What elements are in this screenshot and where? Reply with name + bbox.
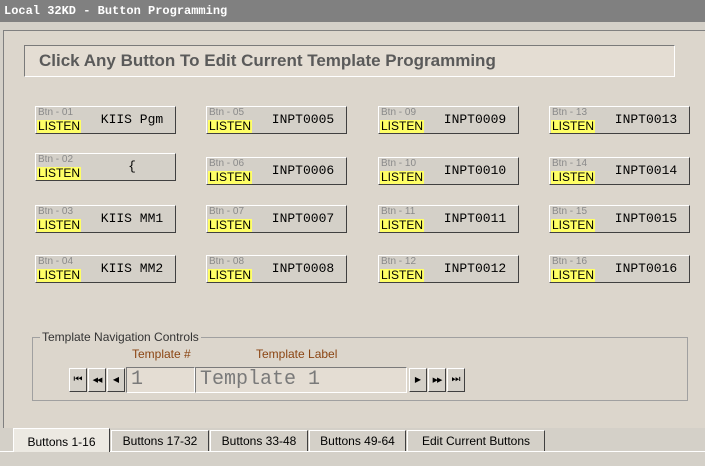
button-number: Btn - 03 [38,206,74,217]
button-number: Btn - 11 [381,206,416,217]
tab-label: Buttons 49-64 [320,434,395,448]
listen-badge: LISTEN [208,170,253,184]
tab-label: Buttons 33-48 [221,434,297,448]
fast-forward-icon: ▶▶ [432,377,443,384]
template-button-06[interactable]: Btn - 06 LISTEN INPT0006 [206,157,347,185]
previous-template-button[interactable]: ◀ [107,368,125,392]
listen-badge: LISTEN [380,218,425,232]
listen-badge: LISTEN [380,268,425,282]
template-button-08[interactable]: Btn - 08 LISTEN INPT0008 [206,255,347,283]
button-number: Btn - 06 [209,158,245,169]
button-number: Btn - 15 [552,206,588,217]
template-button-16[interactable]: Btn - 16 LISTEN INPT0016 [549,255,690,283]
tab-label: Buttons 17-32 [122,434,198,448]
previous-page-button[interactable]: ◀◀ [88,368,106,392]
template-button-07[interactable]: Btn - 07 LISTEN INPT0007 [206,205,347,233]
listen-badge: LISTEN [208,268,253,282]
button-number: Btn - 08 [209,256,245,267]
tab-label: Buttons 1-16 [27,435,96,449]
listen-badge: LISTEN [551,170,596,184]
button-number: Btn - 05 [209,107,245,118]
template-button-05[interactable]: Btn - 05 LISTEN INPT0005 [206,106,347,134]
instruction-text: Click Any Button To Edit Current Templat… [39,51,496,70]
button-name: INPT0013 [614,112,678,127]
listen-badge: LISTEN [551,119,596,133]
template-label-label: Template Label [256,347,338,361]
button-name: INPT0010 [443,163,507,178]
first-template-button[interactable]: ⏮ [69,368,87,392]
button-name: INPT0015 [614,211,678,226]
button-name: INPT0007 [271,211,335,226]
button-name: INPT0016 [614,261,678,276]
next-page-button[interactable]: ▶▶ [428,368,446,392]
button-name: INPT0011 [443,211,507,226]
template-button-14[interactable]: Btn - 14 LISTEN INPT0014 [549,157,690,185]
button-number: Btn - 16 [552,256,588,267]
template-button-15[interactable]: Btn - 15 LISTEN INPT0015 [549,205,690,233]
tab-buttons-1-16[interactable]: Buttons 1-16 [13,428,110,452]
arrow-left-icon: ◀ [112,375,120,384]
button-name: INPT0012 [443,261,507,276]
listen-badge: LISTEN [551,268,596,282]
listen-badge: LISTEN [208,218,253,232]
template-button-12[interactable]: Btn - 12 LISTEN INPT0012 [378,255,519,283]
listen-badge: LISTEN [380,119,425,133]
instruction-header: Click Any Button To Edit Current Templat… [24,45,675,77]
listen-badge: LISTEN [551,218,596,232]
button-name: INPT0008 [271,261,335,276]
button-name: INPT0006 [271,163,335,178]
button-name: INPT0005 [271,112,335,127]
template-button-13[interactable]: Btn - 13 LISTEN INPT0013 [549,106,690,134]
button-number: Btn - 10 [381,158,417,169]
template-button-01[interactable]: Btn - 01 LISTEN KIIS Pgm [35,106,176,134]
listen-badge: LISTEN [37,119,82,133]
template-label-value: Template 1 [200,368,321,391]
button-number: Btn - 13 [552,107,588,118]
skip-first-icon: ⏮ [73,374,83,385]
button-number: Btn - 09 [381,107,417,118]
listen-badge: LISTEN [37,218,82,232]
button-name: KIIS MM1 [100,211,164,226]
template-button-10[interactable]: Btn - 10 LISTEN INPT0010 [378,157,519,185]
tab-label: Edit Current Buttons [421,434,531,448]
tab-buttons-49-64[interactable]: Buttons 49-64 [309,430,406,451]
template-button-09[interactable]: Btn - 09 LISTEN INPT0009 [378,106,519,134]
tab-buttons-33-48[interactable]: Buttons 33-48 [210,430,308,451]
template-number-field[interactable]: 1 [126,367,195,393]
arrow-right-icon: ▶ [414,375,422,384]
listen-badge: LISTEN [37,268,82,282]
button-number: Btn - 04 [38,256,74,267]
skip-last-icon: ⏭ [451,374,461,385]
last-template-button[interactable]: ⏭ [447,368,465,392]
template-button-03[interactable]: Btn - 03 LISTEN KIIS MM1 [35,205,176,233]
button-name: INPT0009 [443,112,507,127]
navigation-legend: Template Navigation Controls [40,330,201,344]
template-button-11[interactable]: Btn - 11 LISTEN INPT0011 [378,205,519,233]
button-name: { [128,159,136,174]
template-button-04[interactable]: Btn - 04 LISTEN KIIS MM2 [35,255,176,283]
window-title: Local 32KD - Button Programming [4,4,228,18]
next-template-button[interactable]: ▶ [409,368,427,392]
button-name: INPT0014 [614,163,678,178]
template-number-label: Template # [132,347,191,361]
listen-badge: LISTEN [380,170,425,184]
button-number: Btn - 02 [38,154,74,165]
window-title-bar: Local 32KD - Button Programming [0,0,705,22]
listen-badge: LISTEN [37,166,82,180]
button-number: Btn - 01 [38,107,74,118]
button-number: Btn - 14 [552,158,588,169]
tab-edit-current-buttons[interactable]: Edit Current Buttons [407,430,545,451]
template-label-field[interactable]: Template 1 [195,367,407,393]
button-name: KIIS MM2 [100,261,164,276]
button-number: Btn - 12 [381,256,417,267]
template-number-value: 1 [131,368,144,391]
listen-badge: LISTEN [208,119,253,133]
template-button-02[interactable]: Btn - 02 LISTEN { [35,153,176,181]
button-number: Btn - 07 [209,206,245,217]
button-name: KIIS Pgm [100,112,164,127]
rewind-icon: ◀◀ [92,377,103,384]
tab-buttons-17-32[interactable]: Buttons 17-32 [111,430,209,451]
